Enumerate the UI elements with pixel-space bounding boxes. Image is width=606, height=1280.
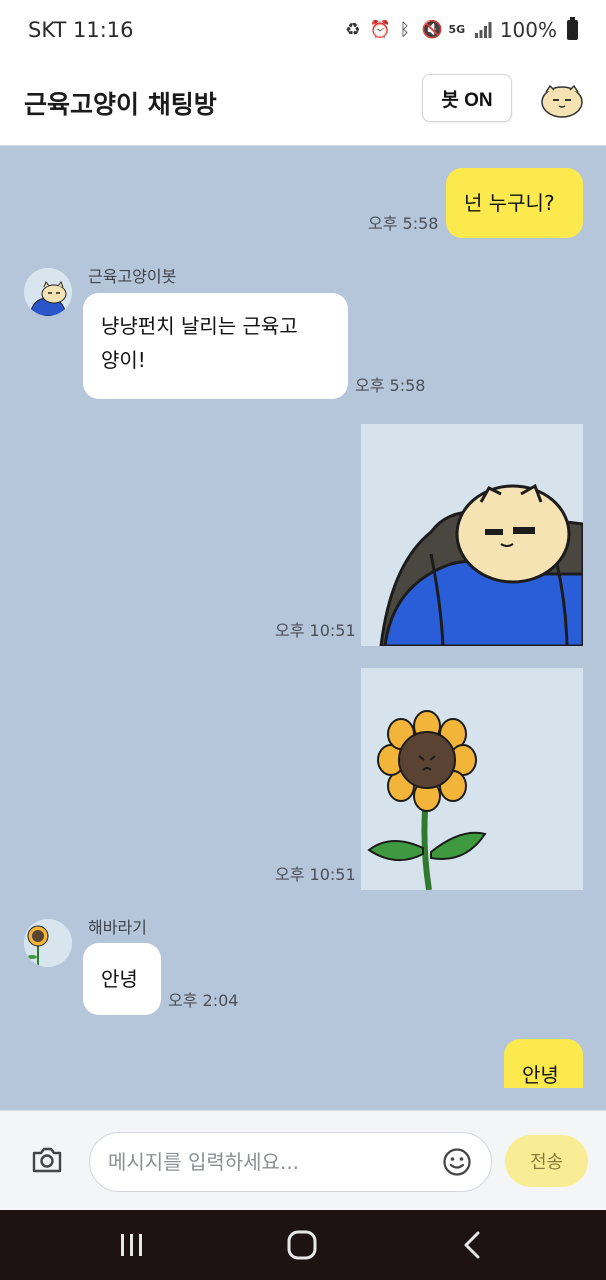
sender-name: 해바라기 [88, 918, 147, 937]
android-nav-bar [0, 1210, 606, 1280]
message-time: 오후 2:04 [168, 991, 239, 1010]
bot-toggle-button[interactable]: 봇 ON [422, 74, 512, 122]
message-input[interactable] [108, 1145, 428, 1179]
back-icon[interactable] [456, 1230, 490, 1260]
my-message-bubble[interactable]: 안녕 [504, 1039, 583, 1088]
bluetooth-icon: ᛒ [399, 20, 410, 40]
avatar[interactable] [24, 268, 72, 316]
battery-percent: 100% [499, 18, 557, 42]
muscle-cat-image[interactable] [361, 424, 583, 646]
mute-icon: 🔇 [421, 20, 443, 40]
message-time: 오후 5:58 [355, 376, 426, 395]
message-time: 오후 10:51 [275, 865, 356, 884]
message-input-wrapper [89, 1132, 492, 1192]
page-title: 근육고양이 채팅방 [24, 89, 217, 119]
chat-header: 근육고양이 채팅방 봇 ON [0, 60, 606, 146]
profile-avatar[interactable] [538, 76, 586, 124]
their-message-bubble[interactable]: 냥냥펀치 날리는 근육고 양이! [83, 293, 348, 399]
sender-name: 근육고양이봇 [88, 267, 177, 286]
status-bar: SKT 11:16 ♻ ⏰ ᛒ 🔇 5G 100% [0, 0, 606, 60]
network-5g-icon: 5G [448, 23, 466, 36]
message-time: 오후 5:58 [368, 214, 439, 233]
camera-icon[interactable] [30, 1145, 64, 1175]
battery-icon [567, 17, 578, 40]
status-icons: ♻ ⏰ ᛒ 🔇 5G 100% [344, 17, 578, 42]
recent-apps-icon[interactable] [115, 1230, 149, 1260]
send-button[interactable]: 전송 [505, 1135, 588, 1187]
signal-icon [474, 21, 492, 39]
emoji-icon[interactable] [442, 1147, 472, 1177]
avatar[interactable] [24, 919, 72, 967]
message-time: 오후 10:51 [275, 621, 356, 640]
recycle-icon: ♻ [345, 20, 361, 40]
their-message-bubble[interactable]: 안녕 [83, 943, 161, 1015]
message-text: 안녕 [101, 967, 138, 991]
sunflower-image[interactable] [361, 668, 583, 890]
status-carrier-time: SKT 11:16 [28, 18, 134, 42]
message-text-line: 냥냥펀치 날리는 근육고 [101, 314, 298, 338]
message-composer: 전송 [0, 1110, 606, 1210]
message-text-line: 양이! [101, 348, 146, 372]
home-icon[interactable] [285, 1230, 319, 1260]
alarm-icon: ⏰ [369, 20, 391, 40]
message-text: 안녕 [522, 1063, 559, 1087]
chat-area[interactable]: 오후 5:58 넌 누구니? 근육고양이봇 냥냥펀치 날리는 근육고 양이! 오… [0, 146, 606, 1088]
my-message-bubble[interactable]: 넌 누구니? [446, 168, 583, 238]
message-text: 넌 누구니? [464, 191, 555, 215]
